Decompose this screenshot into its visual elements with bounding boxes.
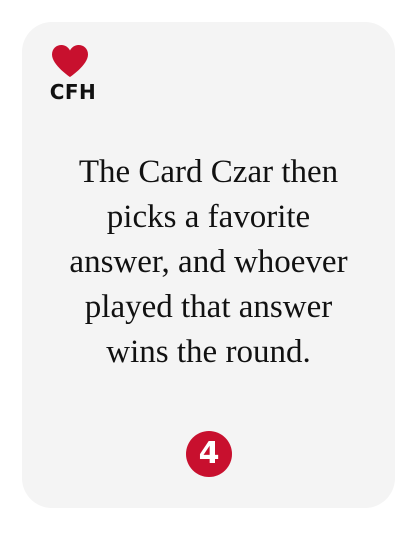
card-text-line: played that answer bbox=[84, 289, 333, 325]
rule-card: CFH The Card Czar then picks a favorite … bbox=[22, 22, 395, 508]
step-number-badge: 4 bbox=[186, 431, 232, 477]
heart-icon bbox=[52, 45, 88, 77]
card-text-line: answer, and whoever bbox=[69, 244, 348, 280]
card-text: The Card Czar then picks a favorite answ… bbox=[42, 150, 375, 375]
cfh-logo: CFH bbox=[45, 44, 101, 106]
card-text-line: The Card Czar then bbox=[78, 154, 339, 190]
card-text-line: wins the round. bbox=[106, 334, 311, 370]
logo-text: CFH bbox=[49, 80, 97, 104]
card-text-line: picks a favorite bbox=[106, 199, 311, 235]
